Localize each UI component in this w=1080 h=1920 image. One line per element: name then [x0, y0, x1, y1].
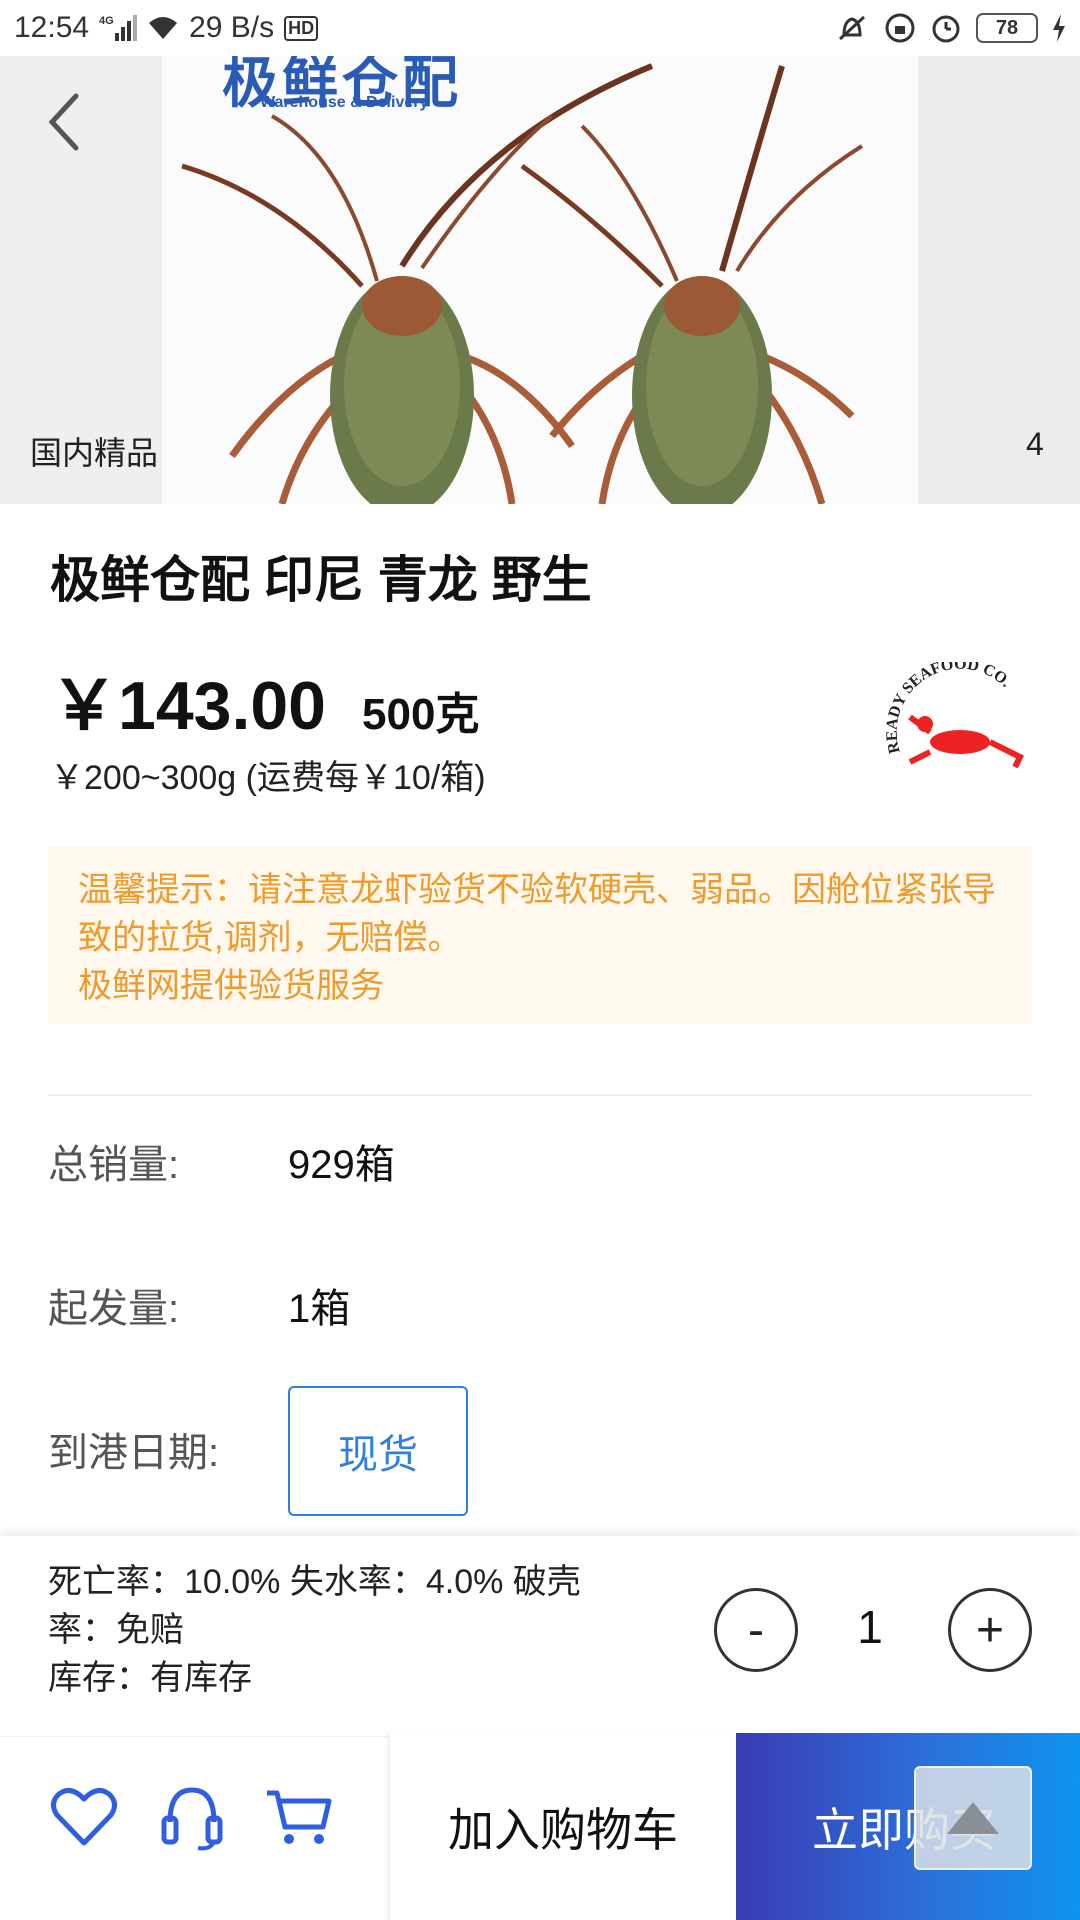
svg-text:4G: 4G — [99, 15, 114, 27]
add-to-cart-button[interactable]: 加入购物车 — [388, 1733, 736, 1920]
status-left: 12:54 4G 29 B/s HD — [14, 11, 319, 45]
chevron-left-icon — [48, 93, 79, 151]
back-button[interactable] — [40, 86, 90, 156]
scroll-to-top-button[interactable] — [914, 1766, 1032, 1870]
product-title: 极鲜仓配 印尼 青龙 野生 — [50, 552, 592, 608]
signal-icon: 4G — [99, 13, 138, 43]
product-image: 极鲜仓配 Warehouse & Delivery — [162, 56, 918, 504]
divider — [48, 1094, 1032, 1096]
cart-icon — [267, 1790, 332, 1844]
heart-icon — [51, 1787, 117, 1846]
alarm-icon — [930, 12, 962, 44]
order-info-bar: 死亡率：10.0% 失水率：4.0% 破壳率：免赔 库存：有库存 - 1 + — [0, 1536, 1080, 1736]
image-count: 4 — [1026, 426, 1044, 462]
rotation-lock-icon — [884, 12, 916, 44]
next-image-peek — [918, 56, 1080, 504]
stock-text: 库存：有库存 — [48, 1659, 252, 1697]
status-right: 78 — [834, 12, 1066, 44]
triangle-up-icon — [947, 1802, 999, 1834]
notice-service-text: 极鲜网提供验货服务 — [78, 967, 384, 1005]
lobster-illustration — [181, 63, 864, 504]
total-sales-value: 929箱 — [288, 1143, 395, 1187]
arrival-date-option[interactable]: 现货 — [288, 1386, 468, 1516]
rates-text: 死亡率：10.0% 失水率：4.0% 破壳率：免赔 — [48, 1563, 581, 1649]
decrease-quantity-button[interactable]: - — [714, 1588, 798, 1672]
seller-logo: READY SEAFOOD CO. — [880, 656, 1040, 782]
charging-icon — [1052, 14, 1066, 42]
network-speed: 29 B/s — [189, 11, 275, 44]
product-price: ￥143.00 — [50, 668, 326, 744]
wifi-icon — [147, 15, 179, 41]
min-order-value: 1箱 — [288, 1287, 351, 1331]
quantity-value[interactable]: 1 — [830, 1600, 910, 1654]
price-row: ￥143.00 500克 — [50, 650, 479, 749]
status-bar: 12:54 4G 29 B/s HD 78 — [0, 0, 1080, 56]
image-tag: 国内精品 — [30, 435, 159, 471]
product-spec: ￥200~300g (运费每￥10/箱) — [50, 759, 486, 797]
product-unit: 500克 — [362, 690, 480, 739]
hd-icon: HD — [284, 15, 319, 41]
notice-box: 温馨提示：请注意龙虾验货不验软硬壳、弱品。因舱位紧张导致的拉货,调剂，无赔偿。 … — [48, 846, 1032, 1024]
loss-rates: 死亡率：10.0% 失水率：4.0% 破壳率：免赔 库存：有库存 — [48, 1558, 648, 1702]
arrival-date-label: 到港日期: — [48, 1431, 220, 1475]
increase-quantity-button[interactable]: + — [948, 1588, 1032, 1672]
product-image-carousel[interactable]: 极鲜仓配 Warehouse & Delivery 国内精品 4 — [0, 56, 1080, 504]
total-sales-label: 总销量: — [48, 1143, 180, 1187]
vibrate-icon — [834, 13, 870, 43]
min-order-label: 起发量: — [48, 1287, 180, 1331]
cart-button[interactable] — [258, 1777, 338, 1857]
headset-icon — [161, 1787, 223, 1851]
favorite-button[interactable] — [44, 1777, 124, 1857]
notice-text: 温馨提示：请注意龙虾验货不验软硬壳、弱品。因舱位紧张导致的拉货,调剂，无赔偿。 — [78, 871, 996, 957]
status-time: 12:54 — [14, 11, 90, 44]
battery-icon: 78 — [976, 13, 1038, 43]
customer-service-button[interactable] — [152, 1777, 232, 1857]
